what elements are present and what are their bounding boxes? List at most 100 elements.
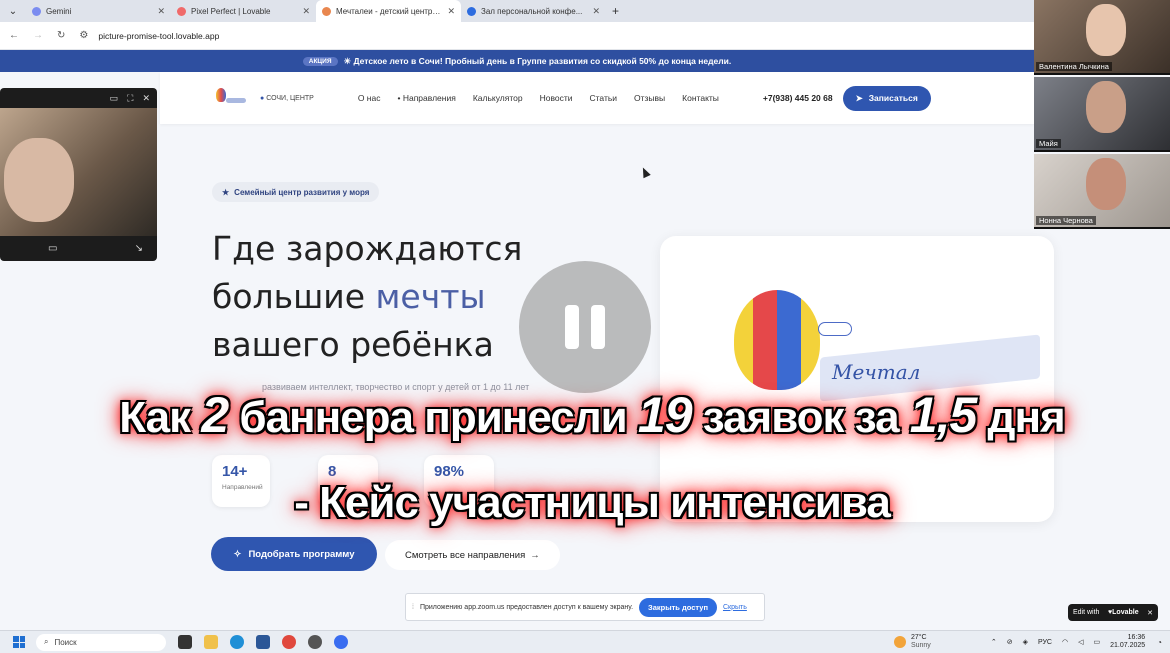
gemini-icon <box>32 6 41 16</box>
all-directions-link[interactable]: Смотреть все направления → <box>385 540 560 570</box>
zoom-app-icon[interactable] <box>334 635 348 649</box>
promo-bar: АКЦИЯ ☀ Детское лето в Сочи! Пробный ден… <box>0 50 1034 72</box>
drag-handle-icon[interactable]: ⁞ <box>412 604 414 611</box>
participant-face <box>1086 158 1126 210</box>
store-icon[interactable] <box>256 635 270 649</box>
participant-tile[interactable]: Нонна Чернова <box>1034 154 1170 229</box>
address-bar: ← → ↻ ⚙ picture-promise-tool.lovable.app <box>0 22 1034 50</box>
close-icon[interactable]: ✕ <box>142 93 150 104</box>
taskbar-clock[interactable]: 16:36 21.07.2025 <box>1110 634 1145 650</box>
participant-name: Майя <box>1036 139 1061 148</box>
logo-ribbon-shape <box>226 98 246 103</box>
app-icon[interactable] <box>308 635 322 649</box>
sun-icon <box>893 636 906 648</box>
site-settings-icon[interactable]: ⚙ <box>79 30 88 41</box>
weather-widget[interactable]: 27°C Sunny <box>893 634 931 649</box>
cloud-illustration <box>818 322 852 336</box>
language-indicator[interactable]: РУС <box>1038 639 1052 646</box>
participant-face <box>4 138 74 222</box>
participant-face <box>1086 81 1126 133</box>
camera-icon[interactable]: ▭ <box>110 93 119 104</box>
tab-gemini[interactable]: Gemini ✕ <box>26 0 171 22</box>
promo-text: ☀ Детское лето в Сочи! Пробный день в Гр… <box>343 55 732 66</box>
send-icon: ➤ <box>855 92 863 103</box>
wifi-icon[interactable]: ◠ <box>1062 638 1068 646</box>
tab-list-chevron-icon[interactable]: ⌄ <box>0 6 26 17</box>
battery-icon[interactable]: ▭ <box>1093 638 1100 646</box>
pause-button[interactable] <box>519 261 651 393</box>
edit-with-lovable-badge[interactable]: Edit with ♥Lovable ✕ <box>1068 604 1158 621</box>
magic-wand-icon: ✧ <box>233 548 242 560</box>
stop-sharing-button[interactable]: Закрыть доступ <box>639 597 717 617</box>
close-icon[interactable]: ✕ <box>302 6 310 17</box>
close-icon[interactable]: ✕ <box>447 6 455 17</box>
nav-directions[interactable]: • Направления <box>397 93 455 103</box>
main-nav: О нас • Направления Калькулятор Новости … <box>358 93 719 103</box>
file-explorer-icon[interactable] <box>204 635 218 649</box>
system-tray: ⌃ ⊘ ◈ РУС ◠ ◁ ▭ <box>991 638 1100 647</box>
chrome-icon[interactable] <box>282 635 296 649</box>
tab-zoom-room[interactable]: Зал персональной конфе... ✕ <box>461 0 606 22</box>
zoom-icon <box>467 6 476 16</box>
promo-badge: АКЦИЯ <box>302 56 338 66</box>
site-logo[interactable] <box>216 88 246 108</box>
expand-icon[interactable]: ⛶ <box>127 93 133 104</box>
balloon-logo-shape <box>216 88 226 102</box>
back-icon[interactable]: ← <box>9 30 19 41</box>
task-view-icon[interactable] <box>178 635 192 649</box>
volume-icon[interactable]: ◁ <box>1078 638 1083 646</box>
nav-contacts[interactable]: Контакты <box>682 93 719 103</box>
browser-tab-bar: ⌄ Gemini ✕ Pixel Perfect | Lovable ✕ Меч… <box>0 0 1034 22</box>
city-label: ● СОЧИ, ЦЕНТР <box>260 94 314 102</box>
self-view-controls: ▭ ⛶ ✕ <box>0 88 157 108</box>
location-icon[interactable]: ◈ <box>1023 638 1028 646</box>
hot-air-balloon-illustration <box>734 290 820 390</box>
participant-tile[interactable]: Валентина Лычкина <box>1034 0 1170 75</box>
new-tab-button[interactable]: + <box>606 4 625 18</box>
windows-start-icon[interactable] <box>13 636 25 648</box>
headline-line2: - Кейс участницы интенсива <box>294 478 891 527</box>
chevron-up-icon[interactable]: ⌃ <box>991 638 997 646</box>
tab-lovable[interactable]: Pixel Perfect | Lovable ✕ <box>171 0 316 22</box>
nav-news[interactable]: Новости <box>540 93 573 103</box>
tab-mechtalei[interactable]: Мечталеи - детский центр р... ✕ <box>316 0 461 22</box>
minimize-icon[interactable]: ↘ <box>135 243 143 254</box>
taskbar-apps <box>178 635 348 649</box>
screen-share-notice: ⁞ Приложению app.zoom.us предоставлен до… <box>405 593 765 621</box>
forward-icon[interactable]: → <box>33 30 43 41</box>
pause-icon <box>591 305 605 349</box>
pause-icon <box>565 305 579 349</box>
video-camera-icon[interactable]: ▭ <box>48 243 57 254</box>
close-icon[interactable]: ✕ <box>1147 609 1153 617</box>
lovable-icon <box>177 6 186 16</box>
nav-about[interactable]: О нас <box>358 93 381 103</box>
nav-calculator[interactable]: Калькулятор <box>473 93 523 103</box>
pick-program-button[interactable]: ✧ Подобрать программу <box>211 537 377 571</box>
arrow-right-icon: → <box>530 549 540 561</box>
participant-name: Валентина Лычкина <box>1036 62 1112 71</box>
zoom-self-view[interactable]: ▭ ⛶ ✕ ▭ ↘ <box>0 88 157 261</box>
hero-title-line2: большие мечты <box>212 276 486 316</box>
signup-button[interactable]: ➤ Записаться <box>842 85 931 111</box>
taskbar-search[interactable]: ⌕ Поиск <box>36 633 166 651</box>
self-view-footer: ▭ ↘ <box>0 236 157 261</box>
hero-badge: ★ Семейный центр развития у моря <box>212 182 380 202</box>
headline-line1: Как 2 баннера принесли 19 заявок за 1,5 … <box>119 387 1065 443</box>
phone-link[interactable]: +7(938) 445 20 68 <box>763 93 833 103</box>
site-icon <box>322 6 331 16</box>
card-brand-text: Мечтал <box>832 360 921 384</box>
search-icon: ⌕ <box>44 637 49 646</box>
mic-muted-icon[interactable]: ⊘ <box>1007 638 1013 646</box>
participant-tile[interactable]: Майя <box>1034 77 1170 152</box>
close-icon[interactable]: ✕ <box>157 6 165 17</box>
close-icon[interactable]: ✕ <box>592 6 600 17</box>
nav-reviews[interactable]: Отзывы <box>634 93 665 103</box>
nav-articles[interactable]: Статьи <box>589 93 617 103</box>
url-field[interactable]: picture-promise-tool.lovable.app <box>98 31 219 41</box>
reload-icon[interactable]: ↻ <box>57 30 65 41</box>
participant-name: Нонна Чернова <box>1036 216 1096 225</box>
edge-icon[interactable] <box>230 635 244 649</box>
notification-icon[interactable]: ◔ <box>1157 638 1162 647</box>
hide-link[interactable]: Скрыть <box>723 604 747 611</box>
mouse-cursor-icon <box>639 165 651 179</box>
